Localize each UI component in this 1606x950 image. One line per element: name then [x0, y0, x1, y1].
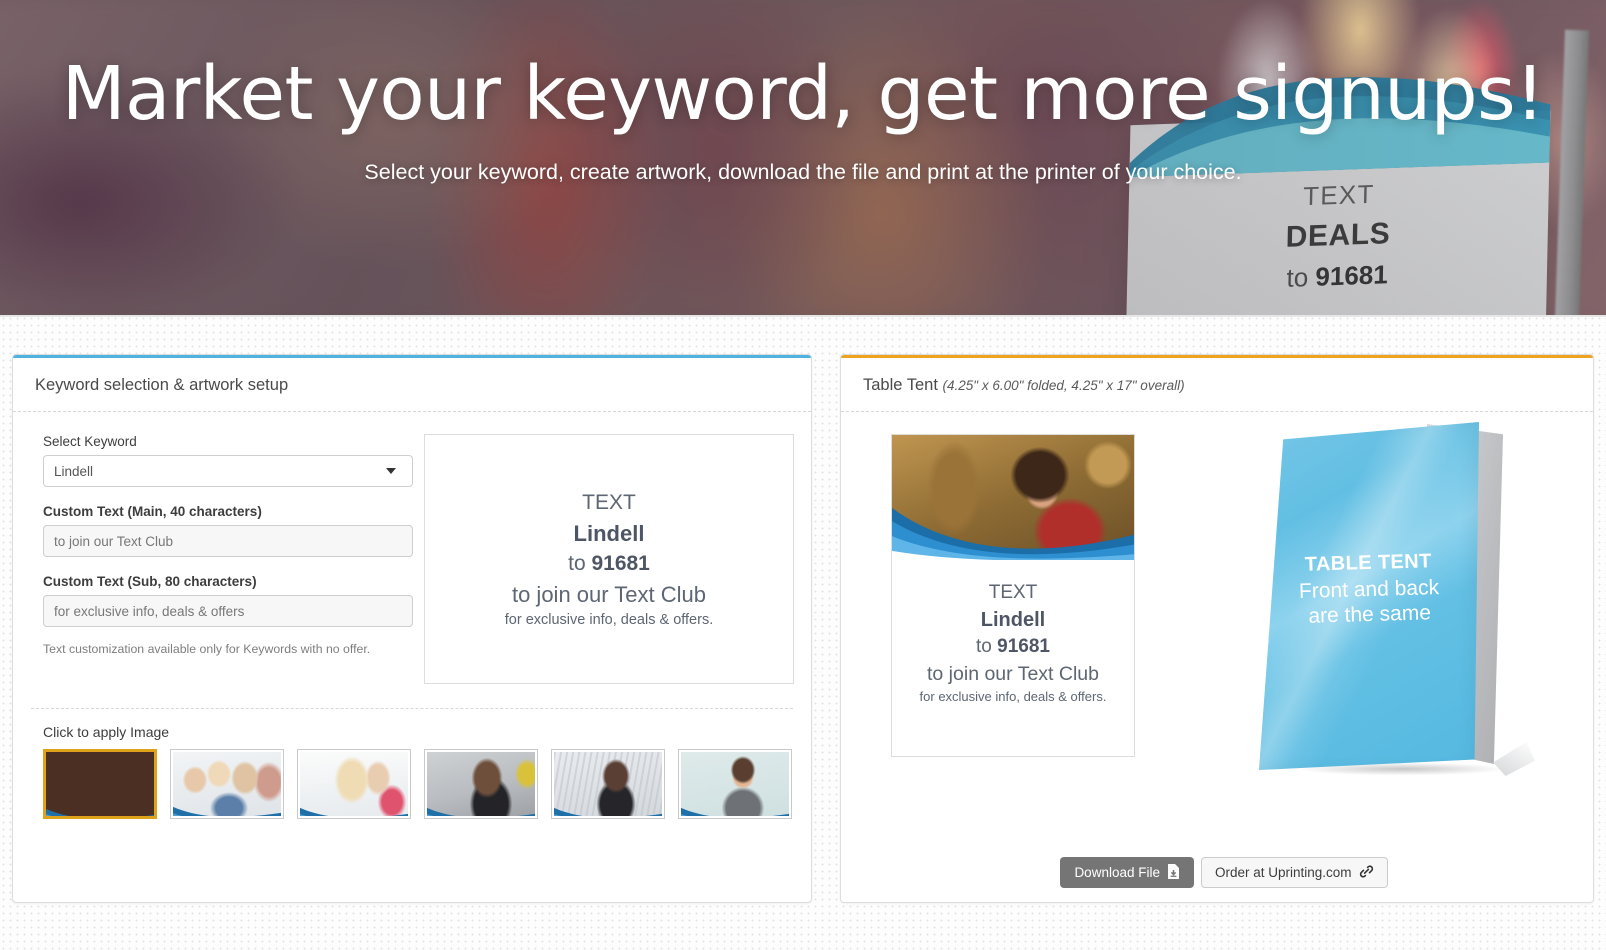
thumbnail-two-women-phone[interactable] — [297, 749, 411, 819]
keyword-form: Select Keyword Lindell Custom Text (Main… — [31, 434, 416, 684]
page-body: Keyword selection & artwork setup Select… — [0, 315, 1606, 950]
artwork-line5: for exclusive info, deals & offers. — [919, 689, 1107, 704]
hero-subtitle: Select your keyword, create artwork, dow… — [364, 159, 1242, 184]
thumbnail-photo — [173, 752, 281, 816]
right-panel-actions: Download File Order at Uprinting.com — [841, 857, 1606, 888]
right-panel-body: TEXT Lindell to 91681 to join our Text C… — [841, 412, 1593, 902]
table-tent-mockup: TABLE TENT Front and back are the same — [1241, 412, 1581, 812]
preview-line5: for exclusive info, deals & offers. — [504, 611, 714, 628]
thumbnail-group-friends-phones[interactable] — [170, 749, 284, 819]
link-icon — [1359, 864, 1374, 882]
hero-copy: Market your keyword, get more signups! S… — [0, 0, 1606, 185]
tent-mockup-text: TABLE TENT Front and back are the same — [1258, 549, 1480, 630]
thumbnail-photo — [46, 752, 154, 816]
product-dimensions: (4.25" x 6.00" folded, 4.25" x 17" overa… — [942, 378, 1185, 393]
custom-sub-input[interactable] — [43, 595, 413, 627]
artwork-text: TEXT Lindell to 91681 to join our Text C… — [892, 560, 1134, 704]
left-panel-title: Keyword selection & artwork setup — [13, 358, 811, 412]
thumbnail-photo — [681, 752, 789, 816]
live-preview-column: TEXT Lindell to 91681 to join our Text C… — [416, 434, 794, 684]
table-tent-panel: Table Tent (4.25" x 6.00" folded, 4.25" … — [840, 354, 1594, 903]
hero-banner: TEXT DEALS to 91681 Market your keyword,… — [0, 0, 1606, 315]
artwork-wave-graphic — [892, 500, 1134, 560]
select-keyword-label: Select Keyword — [43, 434, 137, 449]
thumbnail-wave-graphic — [300, 798, 408, 816]
thumbnail-man-glasses-phone[interactable] — [551, 749, 665, 819]
file-download-icon — [1167, 863, 1180, 882]
thumbnail-photo — [554, 752, 662, 816]
keyword-setup-panel: Keyword selection & artwork setup Select… — [12, 354, 812, 903]
order-at-uprinting-button[interactable]: Order at Uprinting.com — [1200, 857, 1388, 888]
artwork-text-preview: TEXT Lindell to 91681 to join our Text C… — [424, 434, 794, 684]
thumbnail-photo — [300, 752, 408, 816]
artwork-line3-prefix: to — [976, 636, 998, 657]
left-panel-body: Select Keyword Lindell Custom Text (Main… — [13, 412, 811, 684]
preview-line3-prefix: to — [568, 551, 592, 575]
artwork-line1: TEXT — [988, 582, 1038, 603]
image-thumbnail-list — [13, 749, 811, 837]
custom-main-label: Custom Text (Main, 40 characters) — [43, 504, 262, 519]
select-keyword-input[interactable]: Lindell — [43, 455, 413, 487]
select-keyword-wrap: Lindell — [43, 455, 413, 487]
preview-line3: to 91681 — [568, 552, 650, 576]
thumbnail-wave-graphic — [427, 798, 535, 816]
preview-line4: to join our Text Club — [511, 581, 707, 607]
custom-main-input[interactable] — [43, 525, 413, 557]
artwork-line2: Lindell — [980, 609, 1046, 631]
preview-line2: Lindell — [573, 520, 645, 546]
thumbnail-wave-graphic — [46, 798, 154, 816]
artwork-line3-code: 91681 — [997, 636, 1050, 657]
artwork-card: TEXT Lindell to 91681 to join our Text C… — [891, 434, 1135, 757]
download-file-label: Download File — [1074, 865, 1160, 880]
thumbnail-woman-cafe-phone[interactable] — [43, 749, 157, 819]
custom-sub-label: Custom Text (Sub, 80 characters) — [43, 574, 257, 589]
tent-line1: TABLE TENT — [1304, 550, 1433, 576]
panels-row: Keyword selection & artwork setup Select… — [0, 315, 1606, 903]
download-file-button[interactable]: Download File — [1060, 857, 1194, 888]
preview-line1: TEXT — [582, 490, 636, 514]
thumbnail-wave-graphic — [681, 798, 789, 816]
thumbnail-wave-graphic — [173, 798, 281, 816]
artwork-line3: to 91681 — [892, 636, 1134, 658]
thumbnail-wave-graphic — [554, 798, 662, 816]
artwork-photo — [892, 435, 1134, 560]
hero-title: Market your keyword, get more signups! — [61, 51, 1545, 137]
order-button-label: Order at Uprinting.com — [1214, 865, 1352, 880]
thumbnail-woman-street-phone[interactable] — [424, 749, 538, 819]
thumbnail-man-grey-shirt-phone[interactable] — [678, 749, 792, 819]
right-panel-title: Table Tent (4.25" x 6.00" folded, 4.25" … — [841, 358, 1593, 412]
artwork-line4: to join our Text Club — [927, 663, 1099, 685]
product-name: Table Tent — [863, 376, 938, 394]
thumbnail-photo — [427, 752, 535, 816]
images-label: Click to apply Image — [43, 724, 170, 740]
customization-hint: Text customization available only for Ke… — [43, 642, 371, 656]
preview-line3-code: 91681 — [591, 551, 650, 575]
